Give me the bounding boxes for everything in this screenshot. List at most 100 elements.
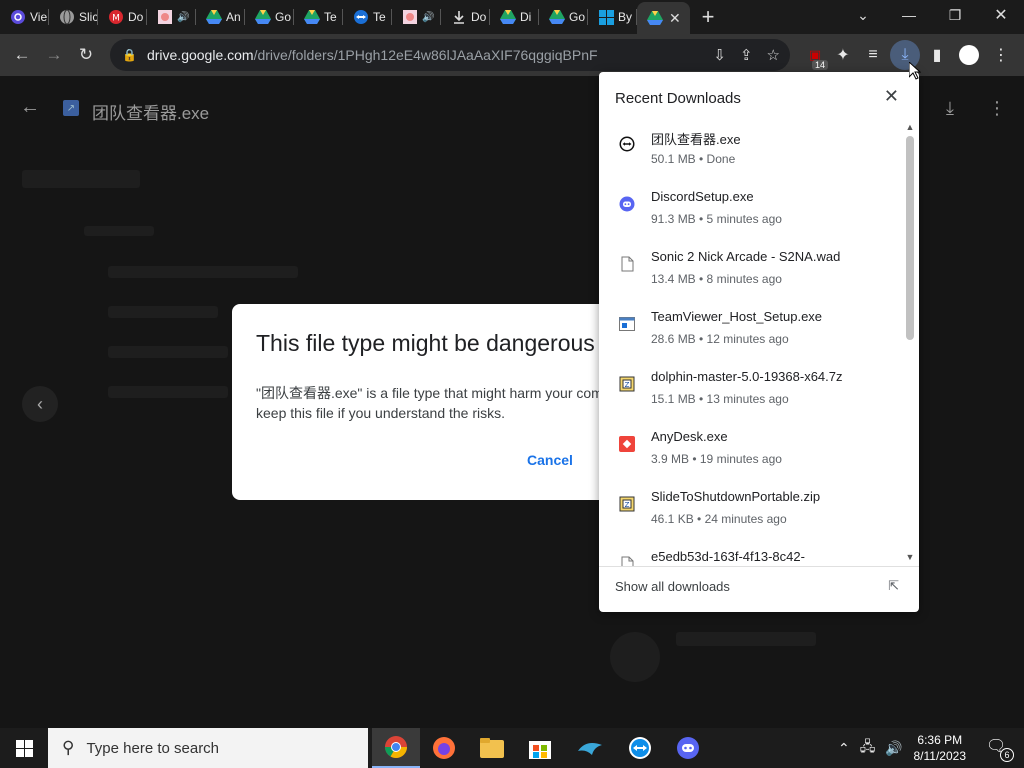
tab-1[interactable]: Slic bbox=[49, 0, 98, 34]
dimmed-drive-logo bbox=[610, 632, 660, 682]
tab-0[interactable]: Vie bbox=[0, 0, 49, 34]
back-arrow-icon[interactable]: ← bbox=[20, 96, 40, 119]
download-icon bbox=[451, 9, 467, 25]
taskbar-clock[interactable]: 6:36 PM 8/11/2023 bbox=[914, 732, 967, 764]
download-item[interactable]: 团队查看器.exe 50.1 MB • Done bbox=[599, 120, 905, 180]
lock-icon: 🔒 bbox=[122, 48, 137, 62]
download-file-name: dolphin-master-5.0-19368-x64.7z bbox=[651, 369, 843, 384]
taskbar-chrome[interactable] bbox=[372, 728, 420, 768]
download-item[interactable]: TeamViewer_Host_Setup.exe 28.6 MB • 12 mi… bbox=[599, 300, 905, 360]
scroll-down-icon[interactable]: ▼ bbox=[904, 552, 916, 562]
open-external-icon[interactable]: ⇱ bbox=[888, 578, 899, 594]
browser-menu-icon[interactable]: ⋮ bbox=[986, 40, 1016, 70]
tab-2[interactable]: M Do bbox=[98, 0, 147, 34]
more-options-icon[interactable]: ⋮ bbox=[988, 98, 1006, 119]
media-control-icon[interactable]: ≡ bbox=[858, 40, 888, 70]
volume-icon[interactable]: 🔊 bbox=[885, 740, 902, 757]
tab-9[interactable]: Do bbox=[441, 0, 490, 34]
scroll-thumb[interactable] bbox=[906, 136, 914, 340]
notification-center-icon[interactable]: 🗨 6 bbox=[986, 736, 1014, 762]
tab-3[interactable]: 🔊 bbox=[147, 0, 196, 34]
search-icon: ⚲ bbox=[62, 738, 75, 757]
back-button[interactable]: ← bbox=[6, 39, 38, 71]
audio-playing-icon[interactable]: 🔊 bbox=[177, 12, 189, 23]
ublock-extension-icon[interactable]: ▣ 14 bbox=[800, 40, 830, 70]
tab-11[interactable]: Go bbox=[539, 0, 588, 34]
extension-badge: 14 bbox=[811, 60, 828, 70]
bookmark-star-icon[interactable]: ☆ bbox=[767, 46, 780, 64]
tab-label: Do bbox=[128, 10, 144, 24]
scroll-up-icon[interactable]: ▲ bbox=[904, 122, 916, 132]
download-meta: 3.9 MB • 19 minutes ago bbox=[651, 452, 782, 466]
system-tray: ⌃ 🖧 🔊 bbox=[838, 728, 903, 768]
taskbar-search-box[interactable]: ⚲ Type here to search bbox=[48, 728, 368, 768]
mega-icon: M bbox=[108, 9, 124, 25]
close-window-button[interactable]: ✕ bbox=[978, 0, 1024, 30]
search-placeholder: Type here to search bbox=[86, 739, 220, 757]
recent-downloads-panel: Recent Downloads ✕ 团队查看器.exe 50.1 MB • Do… bbox=[599, 72, 919, 612]
dimmed-content-block bbox=[108, 306, 218, 318]
download-file-name: 团队查看器.exe bbox=[651, 132, 741, 147]
tab-5[interactable]: Go bbox=[245, 0, 294, 34]
download-meta: 46.1 KB • 24 minutes ago bbox=[651, 512, 787, 526]
restore-button[interactable]: ❐ bbox=[932, 0, 978, 30]
download-item[interactable]: DiscordSetup.exe 91.3 MB • 5 minutes ago bbox=[599, 180, 905, 240]
tab-8[interactable]: 🔊 bbox=[392, 0, 441, 34]
download-file-name: SlideToShutdownPortable.zip bbox=[651, 489, 821, 504]
new-tab-button[interactable]: + bbox=[690, 0, 726, 34]
taskbar-teamviewer[interactable] bbox=[616, 728, 664, 768]
tab-4[interactable]: An bbox=[196, 0, 245, 34]
profile-avatar-icon[interactable] bbox=[954, 40, 984, 70]
download-item[interactable]: Z SlideToShutdownPortable.zip 46.1 KB • 24… bbox=[599, 480, 905, 540]
tab-active[interactable]: ✕ bbox=[637, 2, 690, 34]
address-bar[interactable]: 🔒 drive.google.com /drive/folders/1PHgh1… bbox=[110, 39, 790, 71]
google-drive-icon bbox=[255, 9, 271, 25]
archive-icon: Z bbox=[619, 376, 635, 392]
download-meta: 91.3 MB • 5 minutes ago bbox=[651, 212, 782, 226]
side-panel-icon[interactable]: ▮ bbox=[922, 40, 952, 70]
close-icon[interactable]: ✕ bbox=[884, 86, 899, 107]
discord-icon bbox=[619, 196, 635, 212]
dimmed-content-block bbox=[676, 632, 816, 646]
dimmed-content-block bbox=[108, 346, 228, 358]
cancel-button[interactable]: Cancel bbox=[527, 452, 573, 468]
chevron-up-icon[interactable]: ⌃ bbox=[838, 740, 850, 757]
download-item[interactable]: e5edb53d-163f-4f13-8c42- bbox=[599, 540, 905, 566]
taskbar-store[interactable] bbox=[516, 728, 564, 768]
share-icon[interactable]: ⇪ bbox=[740, 46, 753, 64]
notification-count: 6 bbox=[1000, 748, 1014, 762]
downloads-scrollbar[interactable]: ▲ ▼ bbox=[904, 122, 916, 562]
audio-playing-icon[interactable]: 🔊 bbox=[422, 12, 434, 23]
taskbar-discord[interactable] bbox=[664, 728, 712, 768]
network-icon[interactable]: 🖧 bbox=[860, 736, 876, 760]
anime-favicon-icon bbox=[402, 9, 418, 25]
download-item[interactable]: Sonic 2 Nick Arcade - S2NA.wad 13.4 MB • … bbox=[599, 240, 905, 300]
tab-12[interactable]: By bbox=[588, 0, 637, 34]
download-item[interactable]: Zdolphin-master-5.0-19368-x64.7z 15.1 MB … bbox=[599, 360, 905, 420]
taskbar-dolphin[interactable] bbox=[566, 728, 614, 768]
download-file-name: AnyDesk.exe bbox=[651, 429, 728, 444]
install-app-icon[interactable]: ⇩ bbox=[713, 46, 726, 64]
tab-label: Te bbox=[324, 10, 337, 24]
start-button[interactable] bbox=[0, 728, 48, 768]
download-file-name: DiscordSetup.exe bbox=[651, 189, 754, 204]
download-file-name: e5edb53d-163f-4f13-8c42- bbox=[651, 549, 805, 564]
reload-button[interactable]: ↻ bbox=[70, 39, 102, 71]
previous-file-button[interactable]: ‹ bbox=[22, 386, 58, 422]
tab-6[interactable]: Te bbox=[294, 0, 343, 34]
minimize-button[interactable]: — bbox=[886, 0, 932, 30]
download-item[interactable]: AnyDesk.exe 3.9 MB • 19 minutes ago bbox=[599, 420, 905, 480]
tab-10[interactable]: Di bbox=[490, 0, 539, 34]
tab-label: By bbox=[618, 10, 633, 24]
taskbar-firefox[interactable] bbox=[420, 728, 468, 768]
tab-search-icon[interactable]: ⌄ bbox=[840, 0, 886, 30]
tab-7[interactable]: Te bbox=[343, 0, 392, 34]
taskbar-file-explorer[interactable] bbox=[468, 728, 516, 768]
download-icon[interactable]: ⤓ bbox=[946, 98, 954, 119]
close-tab-icon[interactable]: ✕ bbox=[669, 10, 681, 27]
show-all-downloads-link[interactable]: Show all downloads bbox=[615, 579, 730, 594]
extensions-puzzle-icon[interactable]: ✦ bbox=[828, 40, 858, 70]
download-meta: 13.4 MB • 8 minutes ago bbox=[651, 272, 782, 286]
download-file-name: Sonic 2 Nick Arcade - S2NA.wad bbox=[651, 249, 841, 264]
forward-button[interactable]: → bbox=[38, 39, 70, 71]
